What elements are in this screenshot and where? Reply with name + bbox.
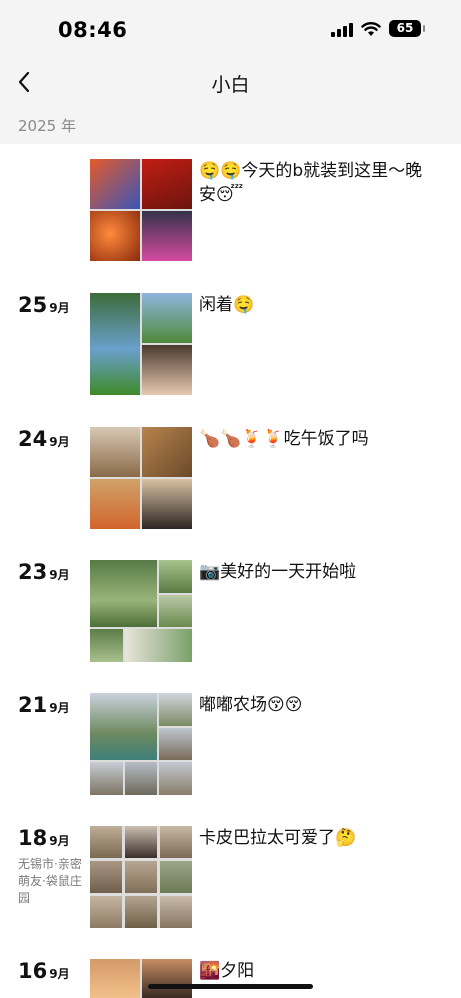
moment-caption: 嘟嘟农场😚😚 bbox=[199, 695, 303, 715]
year-header: 2025 年 bbox=[0, 104, 461, 144]
photo-thumbnail[interactable] bbox=[142, 211, 192, 261]
date-day: 23 bbox=[18, 560, 48, 584]
date-month: 9月 bbox=[49, 301, 70, 315]
status-icons: 65 bbox=[331, 20, 425, 37]
year-label: 2025 年 bbox=[18, 117, 76, 135]
moment-caption: 📷美好的一天开始啦 bbox=[199, 562, 357, 582]
photo-thumbnail[interactable] bbox=[160, 861, 192, 893]
battery-icon: 65 bbox=[389, 20, 425, 37]
photo-thumbnail[interactable] bbox=[159, 595, 192, 627]
photo-grid[interactable] bbox=[90, 959, 192, 998]
photo-thumbnail[interactable] bbox=[160, 896, 192, 928]
photo-thumbnail[interactable] bbox=[159, 693, 192, 726]
home-indicator[interactable] bbox=[148, 984, 313, 989]
date-month: 9月 bbox=[49, 834, 70, 848]
photo-thumbnail[interactable] bbox=[90, 211, 140, 261]
signal-icon bbox=[331, 21, 353, 37]
photo-thumbnail[interactable] bbox=[142, 479, 192, 529]
photo-thumbnail[interactable] bbox=[142, 959, 192, 998]
photo-thumbnail[interactable] bbox=[159, 728, 192, 760]
date-month: 9月 bbox=[49, 701, 70, 715]
nav-bar: 小白 bbox=[0, 60, 461, 104]
moment-location[interactable]: 无锡市·亲密萌友·袋鼠庄园 bbox=[18, 856, 88, 907]
moment-caption: 🍗🍗🍹🍹吃午饭了吗 bbox=[199, 429, 369, 449]
photo-grid[interactable] bbox=[90, 826, 192, 928]
photo-thumbnail[interactable] bbox=[125, 826, 157, 858]
date-day: 25 bbox=[18, 293, 48, 317]
photo-grid[interactable] bbox=[90, 693, 192, 795]
date-day: 16 bbox=[18, 959, 48, 983]
date-day: 21 bbox=[18, 693, 48, 717]
photo-thumbnail[interactable] bbox=[90, 693, 157, 760]
photo-thumbnail[interactable] bbox=[159, 560, 192, 593]
photo-thumbnail[interactable] bbox=[125, 762, 157, 795]
photo-thumbnail[interactable] bbox=[90, 762, 123, 795]
moment-date: 25 9月 bbox=[18, 293, 70, 317]
photo-thumbnail[interactable] bbox=[125, 861, 157, 893]
photo-thumbnail[interactable] bbox=[90, 560, 157, 627]
photo-thumbnail[interactable] bbox=[142, 159, 192, 209]
moment-date: 16 9月 bbox=[18, 959, 70, 983]
date-month: 9月 bbox=[49, 568, 70, 582]
photo-thumbnail[interactable] bbox=[142, 293, 192, 343]
photo-thumbnail[interactable] bbox=[125, 629, 192, 662]
date-day: 24 bbox=[18, 427, 48, 451]
photo-thumbnail[interactable] bbox=[142, 345, 192, 395]
photo-thumbnail[interactable] bbox=[90, 959, 140, 998]
photo-grid[interactable] bbox=[90, 293, 192, 395]
photo-thumbnail[interactable] bbox=[90, 159, 140, 209]
photo-thumbnail[interactable] bbox=[90, 861, 122, 893]
photo-thumbnail[interactable] bbox=[90, 427, 140, 477]
date-day: 18 bbox=[18, 826, 48, 850]
moment-caption: 🤤🤤今天的b就装到这里～晚安😴 bbox=[199, 161, 423, 205]
photo-thumbnail[interactable] bbox=[90, 896, 122, 928]
status-time: 08:46 bbox=[58, 18, 128, 42]
wifi-icon bbox=[361, 21, 381, 36]
status-bar: 08:46 65 bbox=[0, 0, 461, 60]
photo-grid[interactable] bbox=[90, 159, 192, 261]
photo-thumbnail[interactable] bbox=[159, 762, 192, 795]
photo-thumbnail[interactable] bbox=[125, 896, 157, 928]
moment-caption: 卡皮巴拉太可爱了🤔 bbox=[199, 828, 357, 848]
date-month: 9月 bbox=[49, 435, 70, 449]
photo-grid[interactable] bbox=[90, 560, 192, 662]
moment-caption: 🌇夕阳 bbox=[199, 961, 255, 981]
photo-thumbnail[interactable] bbox=[90, 826, 122, 858]
photo-thumbnail[interactable] bbox=[90, 629, 123, 662]
moment-date: 23 9月 bbox=[18, 560, 70, 584]
page-title: 小白 bbox=[211, 74, 250, 96]
moment-caption: 闲着🤤 bbox=[199, 295, 255, 315]
moment-date: 18 9月 bbox=[18, 826, 70, 850]
photo-thumbnail[interactable] bbox=[142, 427, 192, 477]
photo-thumbnail[interactable] bbox=[90, 293, 140, 395]
photo-thumbnail[interactable] bbox=[160, 826, 192, 858]
moment-date: 21 9月 bbox=[18, 693, 70, 717]
photo-thumbnail[interactable] bbox=[90, 479, 140, 529]
date-month: 9月 bbox=[49, 967, 70, 981]
moment-date: 24 9月 bbox=[18, 427, 70, 451]
photo-grid[interactable] bbox=[90, 427, 192, 529]
